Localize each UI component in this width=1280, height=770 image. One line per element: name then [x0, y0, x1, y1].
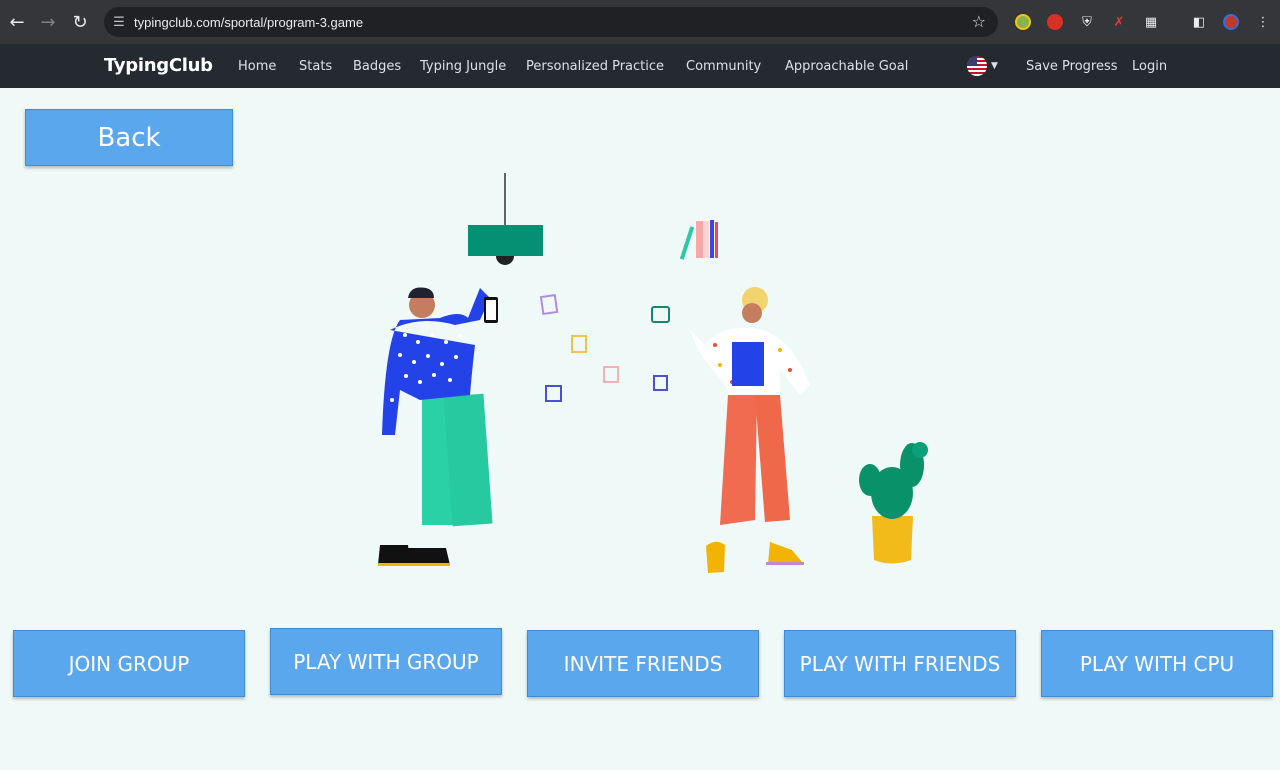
site-navbar: TypingClub Home Stats Badges Typing Jung… — [0, 44, 1280, 88]
nav-badges[interactable]: Badges — [353, 59, 401, 74]
profile-avatar[interactable] — [1221, 12, 1241, 32]
nav-community[interactable]: Community — [686, 59, 761, 74]
chevron-down-icon[interactable]: ▼ — [991, 61, 998, 71]
join-group-button[interactable]: JOIN GROUP — [13, 630, 245, 697]
reload-icon[interactable]: ↻ — [64, 6, 96, 38]
invite-friends-button[interactable]: INVITE FRIENDS — [527, 630, 759, 697]
nav-approachable-goal[interactable]: Approachable Goal — [785, 59, 908, 74]
site-logo[interactable]: TypingClub — [104, 55, 213, 76]
address-bar[interactable]: ☰ typingclub.com/sportal/program-3.game … — [104, 7, 998, 37]
menu-kebab-icon[interactable]: ⋮ — [1253, 12, 1273, 32]
us-flag-icon[interactable] — [967, 56, 987, 76]
login-link[interactable]: Login — [1132, 59, 1167, 74]
extension-icon[interactable] — [1045, 12, 1065, 32]
nav-typing-jungle[interactable]: Typing Jungle — [420, 59, 506, 74]
people-illustration — [378, 173, 928, 573]
forward-arrow-icon[interactable]: → — [32, 6, 64, 38]
browser-toolbar: ← → ↻ ☰ typingclub.com/sportal/program-3… — [0, 0, 1280, 44]
nav-stats[interactable]: Stats — [299, 59, 332, 74]
play-with-friends-button[interactable]: PLAY WITH FRIENDS — [784, 630, 1016, 697]
play-with-cpu-button[interactable]: PLAY WITH CPU — [1041, 630, 1273, 697]
puzzle-icon[interactable]: ▦ — [1141, 12, 1161, 32]
star-icon[interactable]: ☆ — [972, 12, 986, 31]
extension-icon[interactable] — [1013, 12, 1033, 32]
extension-icon[interactable]: ✗ — [1109, 12, 1129, 32]
nav-personalized-practice[interactable]: Personalized Practice — [526, 59, 664, 74]
save-progress-link[interactable]: Save Progress — [1026, 59, 1118, 74]
tune-icon[interactable]: ☰ — [104, 15, 134, 30]
back-button[interactable]: Back — [25, 109, 233, 166]
side-panel-icon[interactable]: ◧ — [1189, 12, 1209, 32]
back-arrow-icon[interactable]: ← — [1, 6, 33, 38]
nav-home[interactable]: Home — [238, 59, 276, 74]
url-text[interactable]: typingclub.com/sportal/program-3.game — [134, 15, 363, 30]
play-with-group-button[interactable]: PLAY WITH GROUP — [270, 628, 502, 695]
shield-icon[interactable]: ⛨ — [1077, 12, 1097, 32]
